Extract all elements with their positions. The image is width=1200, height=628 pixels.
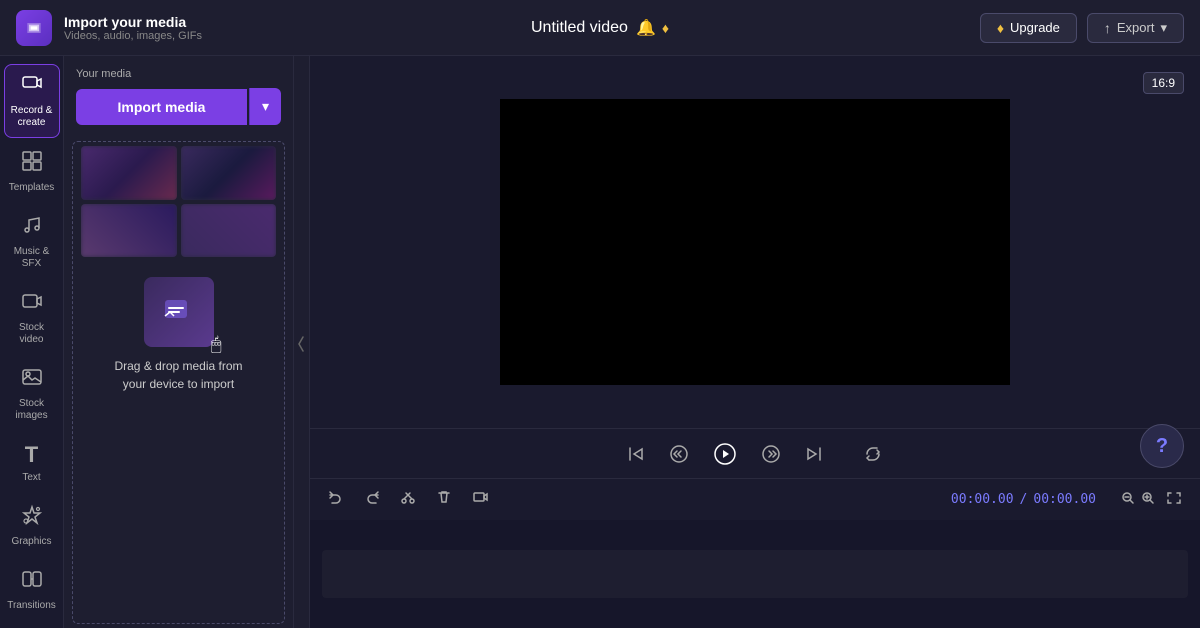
text-icon: T xyxy=(25,442,38,468)
import-media-button[interactable]: Import media xyxy=(76,89,247,125)
sidebar-item-text[interactable]: T Text xyxy=(4,434,60,492)
upload-icon: ↑ xyxy=(1104,20,1111,36)
video-preview: 16:9 xyxy=(310,56,1200,428)
media-panel-header: Your media Import media ▾ xyxy=(64,56,293,137)
app-subtitle: Videos, audio, images, GIFs xyxy=(64,30,202,42)
drag-icon: 🖱 xyxy=(144,277,214,347)
diamond-icon: ♦ xyxy=(997,20,1004,36)
fast-forward-button[interactable] xyxy=(761,444,781,464)
sidebar-item-stock-images[interactable]: Stock images xyxy=(4,358,60,430)
video-canvas xyxy=(500,99,1010,385)
video-area: 16:9 xyxy=(310,56,1200,628)
timeline-time: 00:00.00 / 00:00.00 xyxy=(951,492,1096,507)
video-title[interactable]: Untitled video xyxy=(531,19,628,37)
current-time: 00:00.00 xyxy=(951,492,1014,507)
drag-drop-text: Drag & drop media from your device to im… xyxy=(114,357,242,393)
crown-icon: ♦ xyxy=(662,20,669,36)
help-button[interactable]: ? xyxy=(1140,424,1184,468)
media-thumbnail[interactable] xyxy=(181,146,277,200)
help-label: ? xyxy=(1156,435,1168,458)
title-icons: 🔔 ♦ xyxy=(636,18,669,38)
drag-drop-area: 🖱 Drag & drop media from your device to … xyxy=(81,261,276,409)
time-separator: / xyxy=(1020,492,1028,507)
sidebar-item-label: Transitions xyxy=(7,600,56,612)
sidebar-item-transitions[interactable]: Transitions xyxy=(4,560,60,620)
sidebar-item-label: Stock images xyxy=(15,398,47,422)
sidebar-item-graphics[interactable]: Graphics xyxy=(4,496,60,556)
stock-video-icon xyxy=(21,290,43,318)
app-logo xyxy=(16,10,52,46)
rewind-button[interactable] xyxy=(669,444,689,464)
play-button[interactable] xyxy=(713,442,737,466)
sidebar-item-label: Record & create xyxy=(11,105,53,129)
zoom-out-button[interactable] xyxy=(1120,490,1136,509)
left-sidebar: Record & create Templates xyxy=(0,56,64,628)
export-label: Export xyxy=(1117,20,1155,35)
media-panel: Your media Import media ▾ xyxy=(64,56,294,628)
sidebar-item-record-create[interactable]: Record & create xyxy=(4,64,60,138)
redo-button[interactable] xyxy=(358,485,386,514)
app-title: Import your media xyxy=(64,14,202,30)
stock-images-icon xyxy=(21,366,43,394)
app-title-group: Import your media Videos, audio, images,… xyxy=(64,14,202,42)
sidebar-item-label: Templates xyxy=(9,182,55,194)
sidebar-item-music-sfx[interactable]: Music & SFX xyxy=(4,206,60,278)
total-time: 00:00.00 xyxy=(1033,492,1096,507)
export-chevron-icon: ▾ xyxy=(1160,20,1167,36)
track-area[interactable] xyxy=(322,550,1188,598)
sidebar-item-label: Stock video xyxy=(8,322,56,346)
music-icon xyxy=(21,214,43,242)
collapse-handle[interactable] xyxy=(294,56,310,628)
sidebar-item-label: Text xyxy=(22,472,40,484)
fit-button[interactable] xyxy=(1160,488,1188,511)
zoom-in-button[interactable] xyxy=(1140,490,1156,509)
templates-icon xyxy=(21,150,43,178)
media-thumbnail[interactable] xyxy=(181,204,277,258)
timeline-toolbar: 00:00.00 / 00:00.00 xyxy=(310,478,1200,520)
media-thumbnail[interactable] xyxy=(81,204,177,258)
playback-controls xyxy=(310,428,1200,478)
skip-to-end-button[interactable] xyxy=(805,445,823,463)
your-media-label: Your media xyxy=(76,68,281,80)
upgrade-label: Upgrade xyxy=(1010,20,1060,35)
sidebar-item-templates[interactable]: Templates xyxy=(4,142,60,202)
export-button[interactable]: ↑ Export ▾ xyxy=(1087,13,1184,43)
video-title-area: Untitled video 🔔 ♦ xyxy=(531,18,669,38)
sidebar-item-label: Music & SFX xyxy=(8,246,56,270)
sidebar-item-label: Graphics xyxy=(11,536,51,548)
cut-button[interactable] xyxy=(394,485,422,514)
timeline-tracks xyxy=(310,520,1200,628)
record-create-icon xyxy=(21,73,43,101)
delete-button[interactable] xyxy=(430,485,458,514)
bell-slash-icon: 🔔 xyxy=(636,18,656,38)
main-content: Record & create Templates xyxy=(0,56,1200,628)
import-media-arrow-button[interactable]: ▾ xyxy=(249,88,281,125)
media-thumbnail[interactable] xyxy=(81,146,177,200)
skip-to-start-button[interactable] xyxy=(627,445,645,463)
cursor-icon: 🖱 xyxy=(211,334,222,355)
record-timeline-button[interactable] xyxy=(466,485,494,514)
loop-button[interactable] xyxy=(863,444,883,464)
sidebar-item-stock-video[interactable]: Stock video xyxy=(4,282,60,354)
topbar: Import your media Videos, audio, images,… xyxy=(0,0,1200,56)
undo-button[interactable] xyxy=(322,485,350,514)
transitions-icon xyxy=(21,568,43,596)
timeline-area: 00:00.00 / 00:00.00 xyxy=(310,478,1200,628)
graphics-icon xyxy=(21,504,43,532)
media-grid: 🖱 Drag & drop media from your device to … xyxy=(72,141,285,624)
timeline-zoom xyxy=(1120,488,1188,511)
topbar-right: ♦ Upgrade ↑ Export ▾ xyxy=(980,13,1184,43)
upgrade-button[interactable]: ♦ Upgrade xyxy=(980,13,1077,43)
import-btn-row: Import media ▾ xyxy=(76,88,281,125)
aspect-ratio-badge: 16:9 xyxy=(1143,72,1184,94)
